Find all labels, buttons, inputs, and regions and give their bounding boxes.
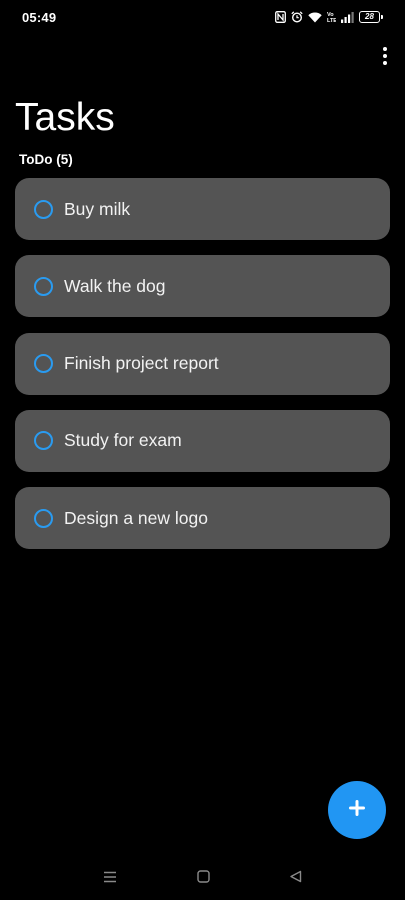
battery-icon: 28: [359, 11, 383, 23]
home-button[interactable]: [194, 870, 212, 888]
status-icons: Vo LTE 28: [275, 9, 383, 25]
task-label: Study for exam: [64, 430, 182, 451]
nfc-icon: [275, 11, 286, 23]
task-item[interactable]: Buy milk: [15, 178, 390, 240]
back-icon: [289, 870, 302, 888]
alarm-icon: [291, 11, 303, 23]
task-label: Buy milk: [64, 198, 131, 219]
menu-icon: [103, 870, 117, 888]
task-item[interactable]: Study for exam: [15, 409, 390, 472]
add-task-button[interactable]: [328, 781, 386, 839]
volte-icon: Vo LTE: [327, 11, 336, 23]
status-bar: 05:49 Vo LTE 28: [0, 0, 405, 36]
task-label: Walk the dog: [64, 275, 166, 296]
battery-level: 28: [359, 11, 380, 23]
task-checkbox[interactable]: [34, 199, 53, 219]
task-checkbox[interactable]: [34, 276, 53, 296]
wifi-icon: [308, 11, 322, 23]
back-button[interactable]: [286, 870, 304, 888]
task-checkbox[interactable]: [34, 508, 53, 528]
task-label: Design a new logo: [64, 507, 208, 528]
recent-apps-button[interactable]: [101, 870, 119, 888]
more-options-button[interactable]: [375, 44, 395, 68]
task-item[interactable]: Walk the dog: [15, 255, 390, 318]
task-list: Buy milk Walk the dog Finish project rep…: [15, 178, 390, 564]
task-label: Finish project report: [64, 353, 219, 374]
task-item[interactable]: Design a new logo: [15, 487, 390, 550]
system-nav-bar: [0, 866, 405, 892]
more-vertical-icon: [383, 47, 387, 51]
page-title: Tasks: [15, 96, 115, 139]
home-icon: [196, 870, 210, 888]
task-item[interactable]: Finish project report: [15, 332, 390, 395]
section-header: ToDo (5): [19, 152, 73, 167]
svg-text:LTE: LTE: [327, 18, 336, 23]
signal-icon: [341, 11, 354, 23]
task-checkbox[interactable]: [34, 354, 53, 374]
plus-icon: [349, 799, 365, 821]
task-checkbox[interactable]: [34, 431, 53, 451]
status-time: 05:49: [22, 10, 57, 25]
